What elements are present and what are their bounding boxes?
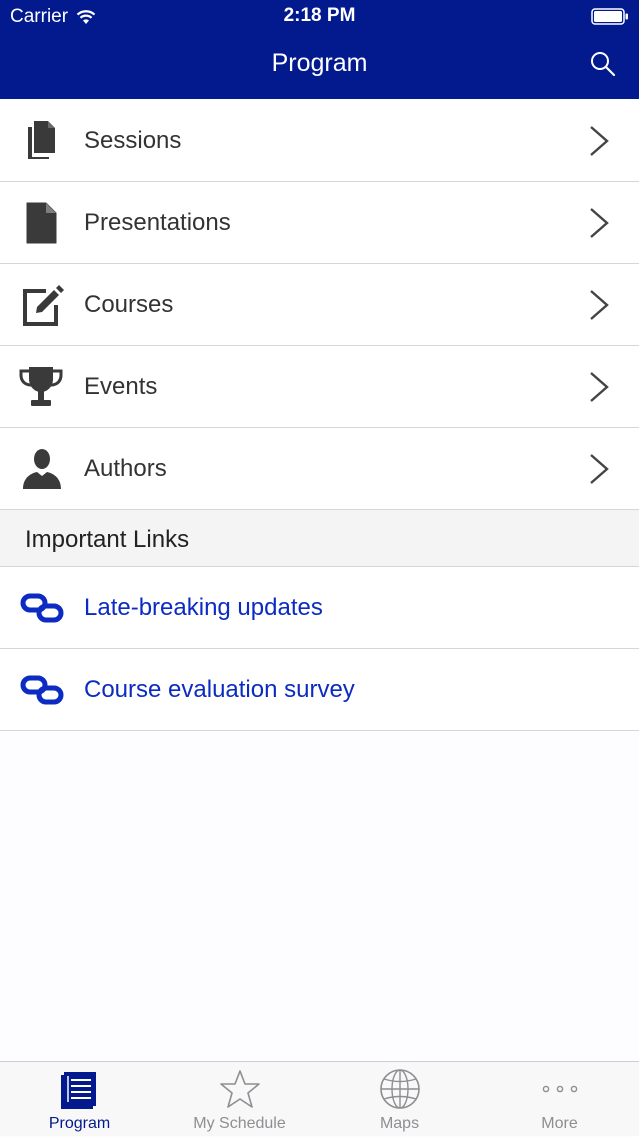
tab-my-schedule[interactable]: My Schedule xyxy=(160,1062,319,1137)
link-icon xyxy=(20,675,64,705)
nav-bar: Carrier 2:18 PM Program xyxy=(0,0,639,99)
link-label: Late-breaking updates xyxy=(84,594,323,621)
globe-icon xyxy=(379,1069,420,1109)
tab-maps[interactable]: Maps xyxy=(320,1062,479,1137)
trophy-icon xyxy=(19,367,63,406)
tab-label: Maps xyxy=(379,1115,420,1132)
link-label: Course evaluation survey xyxy=(84,676,355,703)
tab-label: My Schedule xyxy=(193,1115,286,1132)
menu-item-presentations[interactable]: Presentations xyxy=(0,182,639,264)
status-bar: Carrier 2:18 PM xyxy=(0,0,639,34)
tab-label: More xyxy=(541,1115,578,1132)
menu-item-label: Presentations xyxy=(84,209,231,236)
menu-item-events[interactable]: Events xyxy=(0,346,639,428)
chevron-right-icon xyxy=(590,126,609,156)
document-icon xyxy=(26,202,57,244)
chevron-right-icon xyxy=(590,372,609,402)
program-icon xyxy=(60,1072,96,1109)
menu-item-courses[interactable]: Courses xyxy=(0,264,639,346)
status-time: 2:18 PM xyxy=(283,5,356,26)
menu-item-label: Sessions xyxy=(84,127,182,154)
chevron-right-icon xyxy=(590,290,609,320)
menu-item-label: Authors xyxy=(84,455,167,482)
link-late-breaking-updates[interactable]: Late-breaking updates xyxy=(0,567,639,649)
menu-item-label: Courses xyxy=(84,291,174,318)
edit-icon xyxy=(23,285,64,326)
tab-bar: Program My Schedule Maps More xyxy=(0,1061,639,1136)
program-list: Sessions Presentations Courses Events Au… xyxy=(0,100,639,731)
star-icon xyxy=(219,1070,260,1108)
more-icon xyxy=(542,1085,577,1093)
tab-label: Program xyxy=(48,1115,111,1132)
tab-more[interactable]: More xyxy=(480,1062,639,1137)
menu-item-sessions[interactable]: Sessions xyxy=(0,100,639,182)
menu-item-authors[interactable]: Authors xyxy=(0,428,639,510)
search-icon[interactable] xyxy=(589,50,617,78)
documents-icon xyxy=(28,121,55,159)
link-course-evaluation-survey[interactable]: Course evaluation survey xyxy=(0,649,639,731)
menu-item-label: Events xyxy=(84,373,158,400)
chevron-right-icon xyxy=(590,208,609,238)
link-icon xyxy=(20,593,64,623)
person-icon xyxy=(23,449,61,489)
important-links-header: Important Links xyxy=(0,510,639,567)
page-title: Program xyxy=(271,49,368,77)
battery-icon xyxy=(591,8,628,25)
tab-program[interactable]: Program xyxy=(0,1062,159,1137)
chevron-right-icon xyxy=(590,454,609,484)
